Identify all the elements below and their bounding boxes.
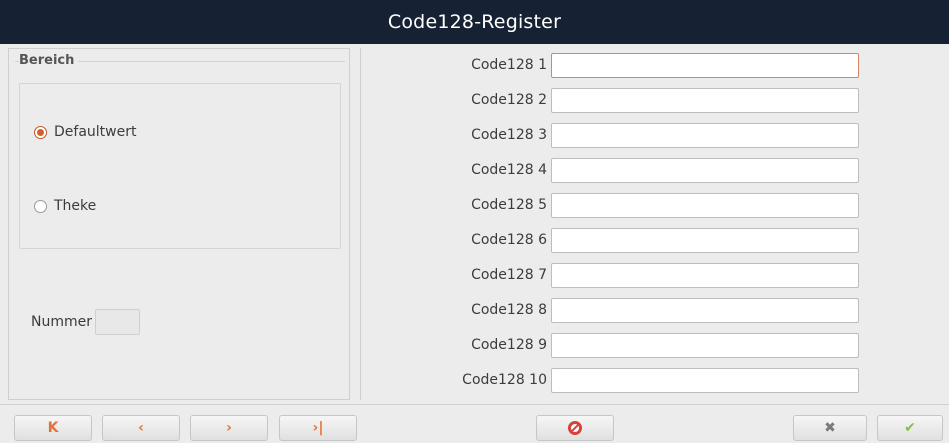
form-row: Code128 10 bbox=[361, 367, 949, 393]
no-entry-icon bbox=[568, 421, 582, 435]
next-record-button[interactable]: › bbox=[190, 415, 268, 441]
previous-record-button[interactable]: ‹ bbox=[102, 415, 180, 441]
code128-10-input[interactable] bbox=[551, 367, 859, 393]
cancel-button[interactable]: ✖ bbox=[793, 415, 867, 441]
code128-5-input[interactable] bbox=[551, 192, 859, 218]
nummer-field[interactable] bbox=[95, 309, 140, 335]
radio-theke-label: Theke bbox=[54, 198, 97, 214]
bottom-toolbar: K ‹ › ›| ✖ ✔ bbox=[0, 404, 949, 443]
radio-defaultwert-label: Defaultwert bbox=[54, 124, 137, 140]
radio-unchecked-icon[interactable] bbox=[34, 199, 47, 213]
last-record-icon: ›| bbox=[312, 420, 324, 436]
window-title: Code128-Register bbox=[0, 0, 949, 44]
form-row: Code128 8 bbox=[361, 297, 949, 323]
bereich-radio-group: Defaultwert Theke bbox=[19, 83, 341, 249]
code128-10-label: Code128 10 bbox=[462, 372, 547, 388]
code128-6-label: Code128 6 bbox=[471, 232, 547, 248]
bereich-group-title: Bereich bbox=[19, 53, 79, 68]
code128-2-label: Code128 2 bbox=[471, 92, 547, 108]
form-row: Code128 7 bbox=[361, 262, 949, 288]
first-record-icon: K bbox=[47, 420, 59, 436]
code128-8-input[interactable] bbox=[551, 297, 859, 323]
last-record-button[interactable]: ›| bbox=[279, 415, 357, 441]
close-icon: ✖ bbox=[824, 420, 836, 436]
bereich-panel: Bereich Defaultwert Theke Nummer bbox=[8, 48, 350, 400]
form-row: Code128 4 bbox=[361, 157, 949, 183]
code128-3-input[interactable] bbox=[551, 122, 859, 148]
code128-5-label: Code128 5 bbox=[471, 197, 547, 213]
code128-7-label: Code128 7 bbox=[471, 267, 547, 283]
code128-1-label: Code128 1 bbox=[471, 57, 547, 73]
code128-9-label: Code128 9 bbox=[471, 337, 547, 353]
form-row: Code128 5 bbox=[361, 192, 949, 218]
form-row: Code128 3 bbox=[361, 122, 949, 148]
code128-9-input[interactable] bbox=[551, 332, 859, 358]
code128-6-input[interactable] bbox=[551, 227, 859, 253]
delete-button[interactable] bbox=[536, 415, 614, 441]
code128-4-label: Code128 4 bbox=[471, 162, 547, 178]
form-row: Code128 6 bbox=[361, 227, 949, 253]
next-record-icon: › bbox=[226, 420, 232, 436]
code128-7-input[interactable] bbox=[551, 262, 859, 288]
code128-form: Code128 1 Code128 2 Code128 3 Code128 4 … bbox=[360, 48, 949, 400]
radio-checked-icon[interactable] bbox=[34, 125, 47, 139]
code128-8-label: Code128 8 bbox=[471, 302, 547, 318]
radio-theke[interactable]: Theke bbox=[34, 198, 96, 214]
code128-2-input[interactable] bbox=[551, 87, 859, 113]
ok-button[interactable]: ✔ bbox=[877, 415, 943, 441]
radio-defaultwert[interactable]: Defaultwert bbox=[34, 124, 136, 140]
nummer-row: Nummer bbox=[31, 309, 140, 335]
first-record-button[interactable]: K bbox=[14, 415, 92, 441]
previous-record-icon: ‹ bbox=[138, 420, 144, 436]
code128-4-input[interactable] bbox=[551, 157, 859, 183]
code128-3-label: Code128 3 bbox=[471, 127, 547, 143]
form-row: Code128 2 bbox=[361, 87, 949, 113]
form-row: Code128 9 bbox=[361, 332, 949, 358]
nummer-label: Nummer bbox=[31, 314, 92, 330]
code128-1-input[interactable] bbox=[551, 52, 859, 78]
checkmark-icon: ✔ bbox=[904, 420, 916, 436]
form-row: Code128 1 bbox=[361, 52, 949, 78]
